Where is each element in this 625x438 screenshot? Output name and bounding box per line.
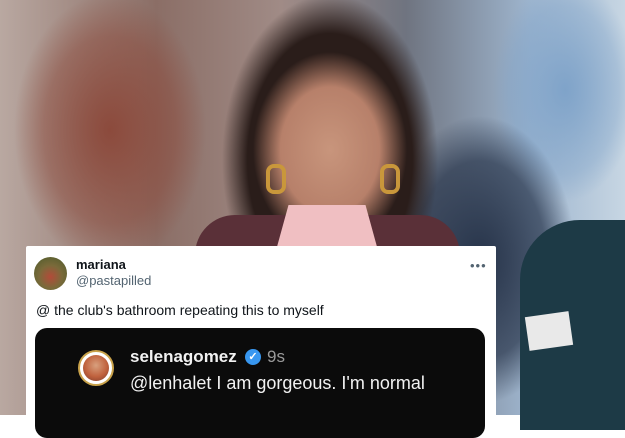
handle[interactable]: @pastapilled <box>76 273 151 288</box>
embed-comment: @lenhalet I am gorgeous. I'm normal <box>130 373 425 393</box>
embedded-screenshot: selenagomez ✓ 9s @lenhalet I am gorgeous… <box>35 328 485 438</box>
embed-avatar-photo <box>83 355 109 381</box>
tweet-text: @ the club's bathroom repeating this to … <box>36 302 324 318</box>
avatar[interactable] <box>34 257 67 290</box>
tweet-card: mariana @pastapilled ••• @ the club's ba… <box>26 246 496 438</box>
embed-username: selenagomez <box>130 347 237 366</box>
embed-avatar <box>78 350 114 386</box>
embed-timestamp: 9s <box>267 347 285 366</box>
verified-badge-icon: ✓ <box>245 349 261 365</box>
photo-paper <box>524 311 574 351</box>
photo-earring-right <box>380 164 400 194</box>
display-name[interactable]: mariana <box>76 257 126 272</box>
photo-earring-left <box>266 164 286 194</box>
more-horizontal-icon[interactable]: ••• <box>470 258 487 273</box>
